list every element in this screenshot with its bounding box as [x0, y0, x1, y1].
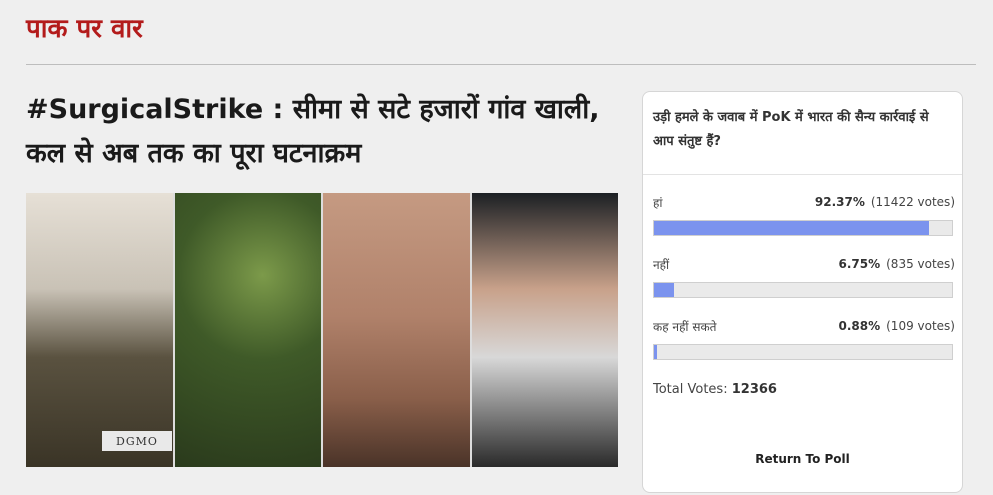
- result-bar-track: [653, 220, 953, 236]
- result-bar-fill: [654, 283, 675, 297]
- photo-politician-1: [323, 193, 470, 467]
- photo-army-general: DGMO: [26, 193, 173, 467]
- answer-label: नहीं: [653, 257, 670, 272]
- divider: [26, 64, 976, 65]
- dgmo-nameplate: DGMO: [102, 431, 172, 451]
- answer-label: हां: [653, 195, 663, 210]
- answer-votes: (11422 votes): [870, 195, 955, 209]
- total-votes-label: Total Votes:: [653, 382, 728, 397]
- article-headline[interactable]: #SurgicalStrike : सीमा से सटे हजारों गां…: [26, 88, 606, 176]
- answer-votes: (109 votes): [886, 319, 955, 333]
- poll-question: उड़ी हमले के जवाब में PoK में भारत की सै…: [653, 110, 929, 149]
- total-votes: Total Votes: 12366: [653, 382, 777, 397]
- photo-politician-2: [471, 193, 618, 467]
- answer-percent: 6.75%: [838, 257, 881, 271]
- result-bar-track: [653, 344, 953, 360]
- poll-widget: उड़ी हमले के जवाब में PoK में भारत की सै…: [642, 91, 963, 493]
- result-bar-fill: [654, 345, 657, 359]
- total-votes-value: 12366: [731, 382, 777, 397]
- return-to-poll-link[interactable]: Return To Poll: [643, 452, 962, 466]
- poll-answer: हां 92.37% (11422 votes): [653, 192, 955, 236]
- result-bar-track: [653, 282, 953, 298]
- poll-answer: कह नहीं सकते 0.88% (109 votes): [653, 316, 955, 360]
- answer-votes: (835 votes): [886, 257, 955, 271]
- answer-percent: 0.88%: [838, 319, 881, 333]
- result-bar-fill: [654, 221, 930, 235]
- answer-percent: 92.37%: [814, 195, 865, 209]
- photo-soldier: [174, 193, 321, 467]
- section-title[interactable]: पाक पर वार: [26, 10, 143, 48]
- article-image[interactable]: DGMO: [26, 193, 618, 467]
- answer-label: कह नहीं सकते: [653, 319, 717, 334]
- poll-divider: [643, 174, 962, 175]
- poll-answer: नहीं 6.75% (835 votes): [653, 254, 955, 298]
